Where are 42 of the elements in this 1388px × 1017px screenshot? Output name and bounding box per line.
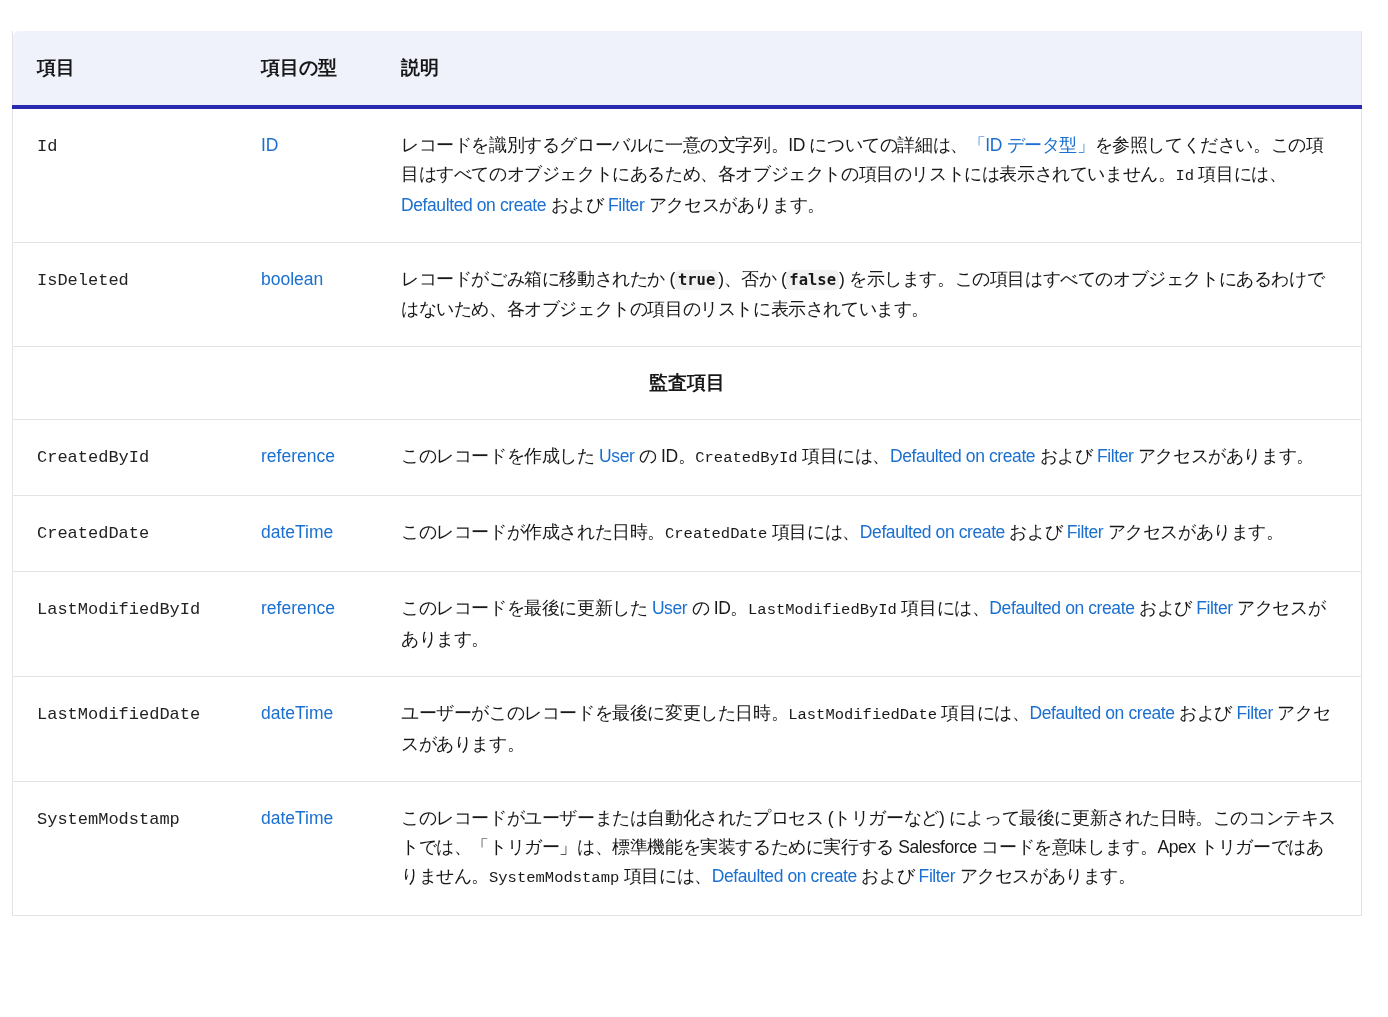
doc-link[interactable]: Defaulted on create xyxy=(711,866,857,886)
doc-link[interactable]: Filter xyxy=(918,866,956,886)
field-description: レコードを識別するグローバルに一意の文字列。ID についての詳細は、「ID データ型」を参照してください。この項目はすべてのオブジェクトにあるため、各オブジェクトの項目のリストには表示されていません。Id 項目には、 Defaulted on create および Filter アクセスがあります。 xyxy=(401,134,1325,217)
field-description: このレコードが作成された日時。CreatedDate 項目には、Defaulted on create および Filter アクセスがあります。 xyxy=(401,521,1285,545)
doc-link[interactable]: Filter xyxy=(607,195,645,215)
type-link[interactable]: reference xyxy=(261,598,335,618)
doc-link[interactable]: Defaulted on create xyxy=(859,522,1005,542)
doc-link[interactable]: Filter xyxy=(1096,446,1134,466)
field-description: このレコードがユーザーまたは自動化されたプロセス (トリガーなど) によって最後に更新された日時。このコンテキストでは、「トリガー」は、標準機能を実装するために実行する Salesforce コードを意味します。Apex トリガーではありません。SystemModstamp 項目には、Defaulted on create および Filter アクセスがあります。 xyxy=(401,807,1337,889)
section-heading: 監査項目 xyxy=(12,346,1362,420)
field-description: レコードがごみ箱に移動されたか ( true )、否か ( false ) を示します。この項目はすべてのオブジェクトにあるわけではないため、各オブジェクトの項目のリストに表示されています。 xyxy=(401,268,1326,321)
doc-link[interactable]: Defaulted on create xyxy=(1029,703,1175,723)
type-link[interactable]: ID xyxy=(261,135,279,155)
column-header: 項目 xyxy=(12,31,237,107)
field-name: LastModifiedById xyxy=(37,600,201,619)
doc-link[interactable]: Filter xyxy=(1066,522,1104,542)
field-description: このレコードを最後に更新した User の ID。LastModifiedById 項目には、Defaulted on create および Filter アクセスがあります。 xyxy=(401,597,1327,651)
type-link[interactable]: dateTime xyxy=(261,703,334,723)
field-name: LastModifiedDate xyxy=(37,705,201,724)
doc-link[interactable]: 「ID データ型」 xyxy=(967,135,1095,155)
code-snippet: false xyxy=(786,270,839,290)
field-description: このレコードを作成した User の ID。CreatedById 項目には、Defaulted on create および Filter アクセスがあります。 xyxy=(401,445,1315,469)
doc-link[interactable]: Filter xyxy=(1196,598,1233,618)
field-name: IsDeleted xyxy=(37,271,129,290)
type-link[interactable]: reference xyxy=(261,446,335,466)
column-header: 説明 xyxy=(377,31,1362,107)
doc-link[interactable]: Defaulted on create xyxy=(401,195,547,215)
field-name: Id xyxy=(37,137,58,156)
doc-link[interactable]: Defaulted on create xyxy=(890,446,1036,466)
doc-link[interactable]: User xyxy=(599,446,635,466)
column-header: 項目の型 xyxy=(237,31,377,107)
field-name: SystemModstamp xyxy=(37,810,180,829)
field-name: CreatedDate xyxy=(37,524,150,543)
field-name: CreatedById xyxy=(37,448,150,467)
doc-link[interactable]: User xyxy=(651,598,688,618)
type-link[interactable]: boolean xyxy=(261,269,324,289)
type-link[interactable]: dateTime xyxy=(261,808,334,828)
field-description: ユーザーがこのレコードを最後に変更した日時。LastModifiedDate 項目には、Defaulted on create および Filter アクセスがあります。 xyxy=(401,702,1332,756)
code-snippet: true xyxy=(674,270,719,290)
type-link[interactable]: dateTime xyxy=(261,522,334,542)
doc-link[interactable]: Defaulted on create xyxy=(989,598,1135,618)
doc-link[interactable]: Filter xyxy=(1236,703,1273,723)
